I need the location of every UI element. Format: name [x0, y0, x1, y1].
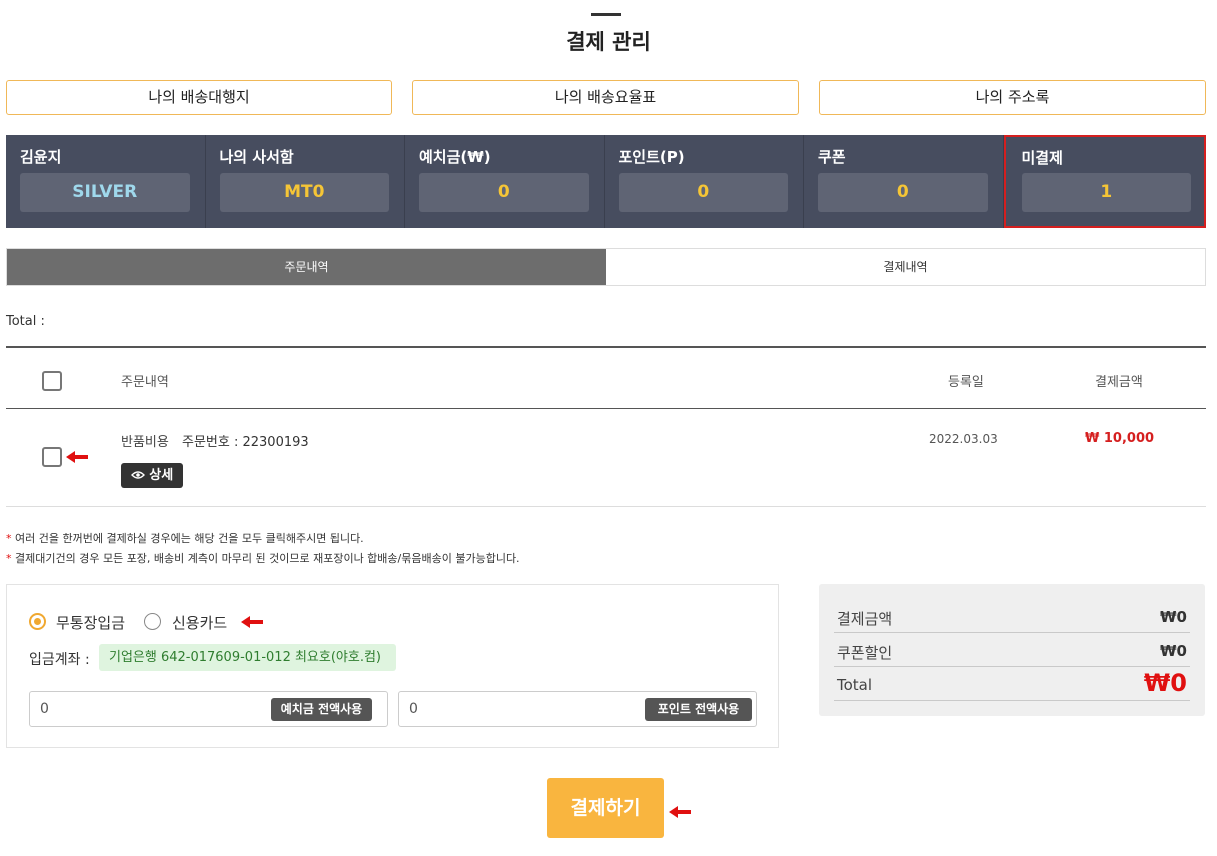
- stat-coupons: 쿠폰 0: [804, 135, 1004, 228]
- summary-coupon-row: 쿠폰할인 ₩0: [834, 633, 1190, 667]
- deposit-amount-field: 예치금 전액사용: [29, 691, 388, 727]
- summary-coupon-label: 쿠폰할인: [837, 644, 893, 662]
- arrow-left-icon: [669, 806, 691, 818]
- my-address-book-button[interactable]: 나의 주소록: [819, 80, 1206, 115]
- mailbox-value: MT0: [219, 173, 389, 212]
- use-all-deposit-button[interactable]: 예치금 전액사용: [271, 698, 372, 721]
- stat-unpaid[interactable]: 미결제 1: [1003, 135, 1206, 228]
- select-all-checkbox[interactable]: [42, 371, 62, 391]
- summary-total-label: Total: [837, 676, 873, 694]
- pay-button[interactable]: 결제하기: [547, 778, 664, 838]
- account-label: 입금계좌 :: [29, 652, 90, 668]
- order-detail-label: 상세: [149, 468, 174, 483]
- my-shipping-agent-button[interactable]: 나의 배송대행지: [6, 80, 392, 115]
- stat-points: 포인트(P) 0: [605, 135, 804, 228]
- credit-card-radio[interactable]: [144, 613, 161, 630]
- points-value: 0: [618, 173, 788, 212]
- registered-date: 2022.03.03: [929, 432, 998, 446]
- bank-transfer-label[interactable]: 무통장입금: [56, 612, 125, 633]
- total-count-label: Total :: [6, 314, 45, 329]
- arrow-left-icon: [241, 616, 263, 628]
- order-detail-button[interactable]: 상세: [121, 463, 183, 488]
- order-type: 반품비용: [121, 435, 169, 450]
- column-header-date: 등록일: [948, 375, 984, 390]
- order-number: 주문번호 : 22300193: [182, 435, 309, 450]
- title-accent-bar: [591, 13, 621, 16]
- point-amount-field: 포인트 전액사용: [398, 691, 757, 727]
- deposit-value: 0: [419, 173, 589, 212]
- bank-account-info: 기업은행 642-017609-01-012 최요호(야호.컴): [99, 644, 396, 671]
- eye-icon: [130, 471, 145, 479]
- summary-total-value: ₩0: [1143, 669, 1187, 697]
- asterisk-icon: *: [6, 532, 12, 545]
- bank-transfer-radio[interactable]: [29, 613, 46, 630]
- tab-order-history[interactable]: 주문내역: [7, 249, 606, 285]
- payment-method-panel: 무통장입금 신용카드 입금계좌 : 기업은행 642-017609-01-012…: [6, 584, 779, 748]
- stat-deposit: 예치금(₩) 0: [405, 135, 605, 228]
- member-stats-bar: 김윤지 SILVER 나의 사서함 MT0 예치금(₩) 0 포인트(P) 0 …: [6, 135, 1206, 228]
- stat-member-grade: 김윤지 SILVER: [6, 135, 206, 228]
- payment-amount: ₩ 10,000: [1085, 431, 1155, 446]
- member-name: 김윤지: [20, 148, 62, 166]
- point-amount-input[interactable]: [399, 692, 629, 726]
- my-shipping-rates-button[interactable]: 나의 배송요율표: [412, 80, 799, 115]
- order-table-header: 주문내역 등록일 결제금액: [6, 346, 1206, 409]
- page-title: 결제 관리: [566, 30, 651, 54]
- notice-line-1: * 여러 건을 한꺼번에 결제하실 경우에는 해당 건을 모두 클릭해주시면 됩…: [6, 532, 364, 545]
- summary-coupon-value: ₩0: [1160, 642, 1187, 660]
- tab-payment-history[interactable]: 결제내역: [606, 249, 1205, 285]
- summary-total-row: Total ₩0: [834, 667, 1190, 701]
- history-tabs: 주문내역 결제내역: [6, 248, 1206, 286]
- unpaid-value: 1: [1021, 173, 1191, 212]
- notice-line-2: * 결제대기건의 경우 모든 포장, 배송비 계측이 마무리 된 것이므로 재포…: [6, 552, 520, 565]
- summary-amount-label: 결제금액: [837, 610, 893, 628]
- deposit-label: 예치금(₩): [419, 148, 491, 166]
- table-row: 반품비용 주문번호 : 22300193 상세 2022.03.03 ₩ 10,…: [6, 409, 1206, 507]
- summary-amount-value: ₩0: [1160, 608, 1187, 626]
- stat-mailbox: 나의 사서함 MT0: [206, 135, 405, 228]
- unpaid-label: 미결제: [1021, 149, 1063, 167]
- mailbox-label: 나의 사서함: [219, 148, 294, 166]
- coupons-label: 쿠폰: [818, 148, 846, 166]
- points-label: 포인트(P): [618, 148, 685, 166]
- column-header-amount: 결제금액: [1095, 375, 1143, 390]
- credit-card-label[interactable]: 신용카드: [172, 612, 227, 633]
- payment-summary: 결제금액 ₩0 쿠폰할인 ₩0 Total ₩0: [819, 584, 1205, 716]
- coupons-value: 0: [818, 173, 988, 212]
- row-select-checkbox[interactable]: [42, 447, 62, 467]
- arrow-left-icon: [66, 451, 88, 463]
- asterisk-icon: *: [6, 552, 12, 565]
- column-header-order: 주문내역: [121, 375, 169, 390]
- deposit-amount-input[interactable]: [30, 692, 260, 726]
- use-all-points-button[interactable]: 포인트 전액사용: [645, 698, 752, 721]
- member-grade-value: SILVER: [20, 173, 190, 212]
- summary-amount-row: 결제금액 ₩0: [834, 599, 1190, 633]
